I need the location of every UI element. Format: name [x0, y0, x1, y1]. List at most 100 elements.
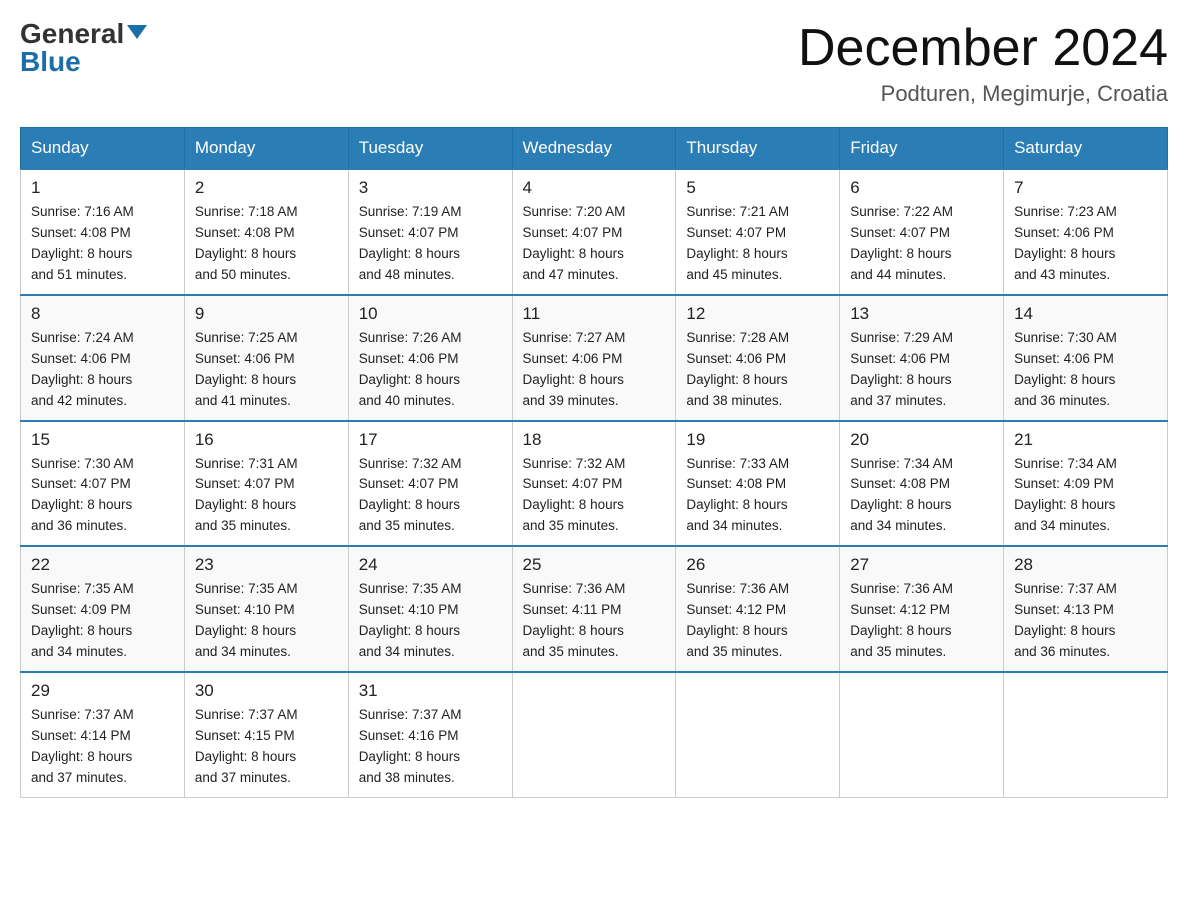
- calendar-cell: 7 Sunrise: 7:23 AMSunset: 4:06 PMDaylight…: [1004, 169, 1168, 295]
- day-info: Sunrise: 7:37 AMSunset: 4:14 PMDaylight:…: [31, 705, 174, 789]
- calendar-cell: 27Sunrise: 7:36 AMSunset: 4:12 PMDayligh…: [840, 546, 1004, 672]
- day-info: Sunrise: 7:27 AMSunset: 4:06 PMDaylight:…: [523, 328, 666, 412]
- month-title: December 2024: [798, 20, 1168, 77]
- day-info: Sunrise: 7:37 AMSunset: 4:13 PMDaylight:…: [1014, 579, 1157, 663]
- day-info: Sunrise: 7:35 AMSunset: 4:10 PMDaylight:…: [195, 579, 338, 663]
- weekday-header-sunday: Sunday: [21, 128, 185, 170]
- day-number: 10: [359, 304, 502, 324]
- day-number: 29: [31, 681, 174, 701]
- calendar-cell: 3 Sunrise: 7:19 AMSunset: 4:07 PMDaylight…: [348, 169, 512, 295]
- day-number: 17: [359, 430, 502, 450]
- weekday-header-tuesday: Tuesday: [348, 128, 512, 170]
- calendar-cell: [840, 672, 1004, 797]
- weekday-header-wednesday: Wednesday: [512, 128, 676, 170]
- calendar-cell: 22Sunrise: 7:35 AMSunset: 4:09 PMDayligh…: [21, 546, 185, 672]
- logo: General Blue: [20, 20, 147, 76]
- title-block: December 2024 Podturen, Megimurje, Croat…: [798, 20, 1168, 107]
- calendar-cell: 12Sunrise: 7:28 AMSunset: 4:06 PMDayligh…: [676, 295, 840, 421]
- calendar-cell: 4 Sunrise: 7:20 AMSunset: 4:07 PMDaylight…: [512, 169, 676, 295]
- day-number: 7: [1014, 178, 1157, 198]
- calendar-week-5: 29 Sunrise: 7:37 AMSunset: 4:14 PMDayligh…: [21, 672, 1168, 797]
- day-number: 28: [1014, 555, 1157, 575]
- day-info: Sunrise: 7:30 AMSunset: 4:07 PMDaylight:…: [31, 454, 174, 538]
- calendar-cell: 18 Sunrise: 7:32 AMSunset: 4:07 PMDayligh…: [512, 421, 676, 547]
- calendar-cell: 17 Sunrise: 7:32 AMSunset: 4:07 PMDayligh…: [348, 421, 512, 547]
- day-info: Sunrise: 7:31 AMSunset: 4:07 PMDaylight:…: [195, 454, 338, 538]
- day-info: Sunrise: 7:37 AMSunset: 4:16 PMDaylight:…: [359, 705, 502, 789]
- calendar-week-4: 22Sunrise: 7:35 AMSunset: 4:09 PMDayligh…: [21, 546, 1168, 672]
- location-title: Podturen, Megimurje, Croatia: [798, 81, 1168, 107]
- calendar-cell: 11 Sunrise: 7:27 AMSunset: 4:06 PMDayligh…: [512, 295, 676, 421]
- calendar-cell: 25Sunrise: 7:36 AMSunset: 4:11 PMDayligh…: [512, 546, 676, 672]
- day-info: Sunrise: 7:32 AMSunset: 4:07 PMDaylight:…: [359, 454, 502, 538]
- day-info: Sunrise: 7:30 AMSunset: 4:06 PMDaylight:…: [1014, 328, 1157, 412]
- day-number: 19: [686, 430, 829, 450]
- day-number: 18: [523, 430, 666, 450]
- day-info: Sunrise: 7:36 AMSunset: 4:12 PMDaylight:…: [686, 579, 829, 663]
- day-number: 23: [195, 555, 338, 575]
- calendar-cell: 23 Sunrise: 7:35 AMSunset: 4:10 PMDayligh…: [184, 546, 348, 672]
- day-number: 11: [523, 304, 666, 324]
- calendar-cell: 10 Sunrise: 7:26 AMSunset: 4:06 PMDayligh…: [348, 295, 512, 421]
- calendar-cell: 1Sunrise: 7:16 AMSunset: 4:08 PMDaylight…: [21, 169, 185, 295]
- day-info: Sunrise: 7:29 AMSunset: 4:06 PMDaylight:…: [850, 328, 993, 412]
- calendar-week-3: 15 Sunrise: 7:30 AMSunset: 4:07 PMDayligh…: [21, 421, 1168, 547]
- day-number: 24: [359, 555, 502, 575]
- day-info: Sunrise: 7:23 AMSunset: 4:06 PMDaylight:…: [1014, 202, 1157, 286]
- weekday-header-friday: Friday: [840, 128, 1004, 170]
- day-number: 13: [850, 304, 993, 324]
- day-info: Sunrise: 7:22 AMSunset: 4:07 PMDaylight:…: [850, 202, 993, 286]
- calendar-header-row: SundayMondayTuesdayWednesdayThursdayFrid…: [21, 128, 1168, 170]
- calendar-cell: 9 Sunrise: 7:25 AMSunset: 4:06 PMDaylight…: [184, 295, 348, 421]
- calendar-cell: 2Sunrise: 7:18 AMSunset: 4:08 PMDaylight…: [184, 169, 348, 295]
- day-number: 20: [850, 430, 993, 450]
- day-info: Sunrise: 7:26 AMSunset: 4:06 PMDaylight:…: [359, 328, 502, 412]
- day-info: Sunrise: 7:19 AMSunset: 4:07 PMDaylight:…: [359, 202, 502, 286]
- day-info: Sunrise: 7:20 AMSunset: 4:07 PMDaylight:…: [523, 202, 666, 286]
- day-info: Sunrise: 7:32 AMSunset: 4:07 PMDaylight:…: [523, 454, 666, 538]
- day-info: Sunrise: 7:33 AMSunset: 4:08 PMDaylight:…: [686, 454, 829, 538]
- day-info: Sunrise: 7:35 AMSunset: 4:09 PMDaylight:…: [31, 579, 174, 663]
- day-number: 1: [31, 178, 174, 198]
- calendar-cell: 6 Sunrise: 7:22 AMSunset: 4:07 PMDaylight…: [840, 169, 1004, 295]
- day-info: Sunrise: 7:35 AMSunset: 4:10 PMDaylight:…: [359, 579, 502, 663]
- day-number: 3: [359, 178, 502, 198]
- day-number: 4: [523, 178, 666, 198]
- day-info: Sunrise: 7:37 AMSunset: 4:15 PMDaylight:…: [195, 705, 338, 789]
- calendar-cell: [512, 672, 676, 797]
- day-number: 31: [359, 681, 502, 701]
- calendar-cell: 16Sunrise: 7:31 AMSunset: 4:07 PMDayligh…: [184, 421, 348, 547]
- day-number: 12: [686, 304, 829, 324]
- logo-general-text: General: [20, 20, 124, 48]
- calendar-cell: 20Sunrise: 7:34 AMSunset: 4:08 PMDayligh…: [840, 421, 1004, 547]
- day-info: Sunrise: 7:34 AMSunset: 4:09 PMDaylight:…: [1014, 454, 1157, 538]
- calendar-cell: 5 Sunrise: 7:21 AMSunset: 4:07 PMDaylight…: [676, 169, 840, 295]
- day-number: 21: [1014, 430, 1157, 450]
- calendar-cell: 21 Sunrise: 7:34 AMSunset: 4:09 PMDayligh…: [1004, 421, 1168, 547]
- calendar-cell: 26Sunrise: 7:36 AMSunset: 4:12 PMDayligh…: [676, 546, 840, 672]
- day-number: 15: [31, 430, 174, 450]
- logo-blue-text: Blue: [20, 48, 81, 76]
- calendar-cell: 28 Sunrise: 7:37 AMSunset: 4:13 PMDayligh…: [1004, 546, 1168, 672]
- weekday-header-saturday: Saturday: [1004, 128, 1168, 170]
- page-header: General Blue December 2024 Podturen, Meg…: [20, 20, 1168, 107]
- calendar-cell: [1004, 672, 1168, 797]
- day-number: 8: [31, 304, 174, 324]
- calendar-cell: 14Sunrise: 7:30 AMSunset: 4:06 PMDayligh…: [1004, 295, 1168, 421]
- calendar-cell: 19 Sunrise: 7:33 AMSunset: 4:08 PMDayligh…: [676, 421, 840, 547]
- calendar-week-1: 1Sunrise: 7:16 AMSunset: 4:08 PMDaylight…: [21, 169, 1168, 295]
- day-number: 27: [850, 555, 993, 575]
- day-number: 5: [686, 178, 829, 198]
- day-number: 30: [195, 681, 338, 701]
- calendar-cell: 8Sunrise: 7:24 AMSunset: 4:06 PMDaylight…: [21, 295, 185, 421]
- weekday-header-monday: Monday: [184, 128, 348, 170]
- logo-triangle-icon: [127, 25, 147, 39]
- day-number: 6: [850, 178, 993, 198]
- day-number: 9: [195, 304, 338, 324]
- day-info: Sunrise: 7:21 AMSunset: 4:07 PMDaylight:…: [686, 202, 829, 286]
- calendar-week-2: 8Sunrise: 7:24 AMSunset: 4:06 PMDaylight…: [21, 295, 1168, 421]
- day-info: Sunrise: 7:25 AMSunset: 4:06 PMDaylight:…: [195, 328, 338, 412]
- calendar-cell: 15 Sunrise: 7:30 AMSunset: 4:07 PMDayligh…: [21, 421, 185, 547]
- day-info: Sunrise: 7:18 AMSunset: 4:08 PMDaylight:…: [195, 202, 338, 286]
- day-number: 25: [523, 555, 666, 575]
